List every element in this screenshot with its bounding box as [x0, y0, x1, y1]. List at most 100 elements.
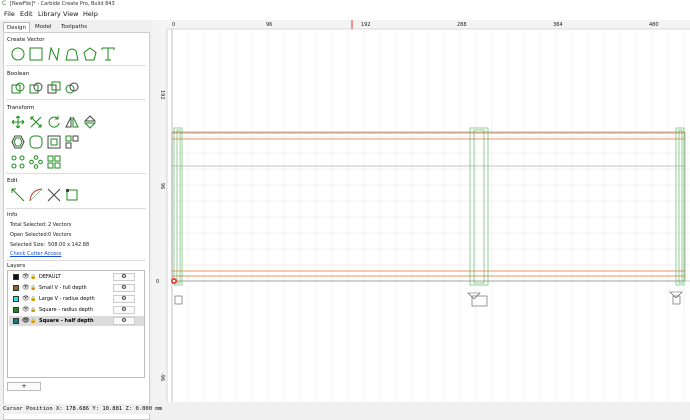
- layer-row[interactable]: 👁 🔒 DEFAULT ⚙: [9, 272, 144, 282]
- lock-icon[interactable]: 🔒: [30, 316, 36, 326]
- lock-icon[interactable]: 🔒: [30, 305, 36, 315]
- section-transform: Transform: [7, 105, 35, 111]
- divider: [6, 99, 146, 100]
- polygon-tool-icon[interactable]: [83, 47, 97, 61]
- menu-help[interactable]: Help: [83, 9, 98, 20]
- horizontal-ruler: [152, 20, 690, 29]
- layer-color-swatch[interactable]: [13, 318, 19, 324]
- curve-edit-icon[interactable]: [29, 188, 43, 202]
- section-edit: Edit: [7, 178, 18, 184]
- grid: [172, 29, 690, 402]
- info-selected-size-label: Selected Size:: [10, 242, 46, 248]
- tab-model[interactable]: Model: [32, 22, 55, 32]
- boolean-union-icon[interactable]: [11, 81, 25, 95]
- node-edit-icon[interactable]: [11, 188, 25, 202]
- selected-vectors[interactable]: [172, 132, 685, 277]
- layer-color-swatch[interactable]: [13, 274, 19, 280]
- layer-row-selected[interactable]: 👁 🔒 Square - half depth ⚙: [9, 316, 144, 326]
- rectangle-tool-icon[interactable]: [29, 47, 43, 61]
- move-icon[interactable]: [11, 115, 25, 129]
- selection-handle[interactable]: [174, 295, 183, 305]
- info-open-selected: Open Selected: 0 Vectors: [10, 232, 71, 238]
- info-selected-size: Selected Size: 508.00 x 142.88: [10, 242, 89, 248]
- rotate-icon[interactable]: [47, 115, 61, 129]
- fillet-icon[interactable]: [29, 135, 43, 149]
- tab-toolpaths[interactable]: Toolpaths: [58, 22, 90, 32]
- mirror-icon[interactable]: [65, 115, 79, 129]
- info-open-selected-label: Open Selected:: [10, 232, 49, 238]
- section-layers: Layers: [7, 263, 26, 269]
- boolean-intersect-icon[interactable]: [47, 81, 61, 95]
- scale-icon[interactable]: [29, 115, 43, 129]
- layer-color-swatch[interactable]: [13, 296, 19, 302]
- divider: [6, 260, 146, 261]
- boolean-subtract-icon[interactable]: [29, 81, 43, 95]
- layer-name: Square - half depth: [39, 318, 94, 324]
- gear-icon[interactable]: ⚙: [113, 306, 135, 314]
- lock-icon[interactable]: 🔒: [30, 283, 36, 293]
- offset-icon[interactable]: [11, 135, 25, 149]
- tab-design[interactable]: Design: [3, 22, 30, 32]
- left-panel: Design Model Toolpaths Create Vector Boo…: [0, 20, 152, 420]
- y-tick-label: 96: [159, 183, 165, 189]
- canvas-svg[interactable]: 0 96 192 288 384 480 192 96 0 -96: [152, 20, 690, 402]
- menu-file[interactable]: File: [4, 9, 15, 20]
- gear-icon[interactable]: ⚙: [113, 284, 135, 292]
- layer-name: Small V - full depth: [39, 285, 87, 291]
- x-tick-label: 0: [172, 22, 175, 28]
- gear-icon[interactable]: ⚙: [113, 295, 135, 303]
- circle-tool-icon[interactable]: [11, 47, 25, 61]
- align-icon[interactable]: [65, 135, 79, 149]
- layer-row[interactable]: 👁 🔒 Square - radius depth ⚙: [9, 305, 144, 315]
- layer-name: Square - radius depth: [39, 307, 94, 313]
- polyline-tool-icon[interactable]: [47, 47, 61, 61]
- eye-icon[interactable]: 👁: [22, 316, 30, 326]
- flip-icon[interactable]: [83, 115, 97, 129]
- divider: [6, 173, 146, 174]
- check-cutter-access-link[interactable]: Check Cutter Access: [10, 251, 61, 257]
- selection-handle[interactable]: [471, 295, 488, 307]
- green-vectors[interactable]: [173, 127, 685, 286]
- divider: [6, 208, 146, 209]
- design-canvas[interactable]: 0 96 192 288 384 480 192 96 0 -96: [152, 20, 690, 402]
- layer-name: DEFAULT: [39, 274, 61, 280]
- gear-icon[interactable]: ⚙: [113, 273, 135, 281]
- nest-icon[interactable]: [47, 155, 61, 169]
- eye-icon[interactable]: 👁: [22, 294, 30, 304]
- menu-library[interactable]: Library: [38, 9, 61, 20]
- info-selected-size-value: 508.00 x 142.88: [48, 242, 90, 248]
- join-icon[interactable]: [65, 188, 79, 202]
- eye-icon[interactable]: 👁: [22, 305, 30, 315]
- circular-array-icon[interactable]: [29, 155, 43, 169]
- add-layer-button[interactable]: +: [7, 382, 41, 391]
- menu-edit[interactable]: Edit: [20, 9, 33, 20]
- section-boolean: Boolean: [7, 71, 30, 77]
- stock-outline: [171, 131, 686, 282]
- layer-row[interactable]: 👁 🔒 Small V - full depth ⚙: [9, 283, 144, 293]
- lock-icon[interactable]: 🔒: [30, 272, 36, 282]
- array-grid-icon[interactable]: [11, 155, 25, 169]
- eye-icon[interactable]: 👁: [22, 283, 30, 293]
- layer-row[interactable]: 👁 🔒 Large V - radius depth ⚙: [9, 294, 144, 304]
- x-tick-label: 288: [457, 22, 467, 28]
- boolean-weld-icon[interactable]: [65, 81, 79, 95]
- window-title: [NewFile]* - Carbide Create Pro, Build 8…: [10, 1, 115, 7]
- trim-icon[interactable]: [47, 188, 61, 202]
- lock-icon[interactable]: 🔒: [30, 294, 36, 304]
- info-open-selected-value: 0 Vectors: [48, 232, 72, 238]
- text-tool-icon[interactable]: [101, 47, 115, 61]
- origin-marker-center: [172, 279, 176, 283]
- info-total-selected-value: 2 Vectors: [48, 222, 72, 228]
- x-tick-label: 192: [361, 22, 371, 28]
- gear-icon[interactable]: ⚙: [113, 317, 135, 325]
- layer-color-swatch[interactable]: [13, 285, 19, 291]
- x-tick-label: 384: [553, 22, 563, 28]
- status-bar: Cursor Position X: 178.686 Y: 10.881 Z: …: [0, 404, 690, 414]
- layer-color-swatch[interactable]: [13, 307, 19, 313]
- curve-tool-icon[interactable]: [65, 47, 79, 61]
- title-bar: C [NewFile]* - Carbide Create Pro, Build…: [0, 0, 690, 9]
- menu-view[interactable]: View: [63, 9, 78, 20]
- align-center-icon[interactable]: [47, 135, 61, 149]
- cursor-position: Cursor Position X: 178.686 Y: 10.881 Z: …: [3, 406, 162, 412]
- eye-icon[interactable]: 👁: [22, 272, 30, 282]
